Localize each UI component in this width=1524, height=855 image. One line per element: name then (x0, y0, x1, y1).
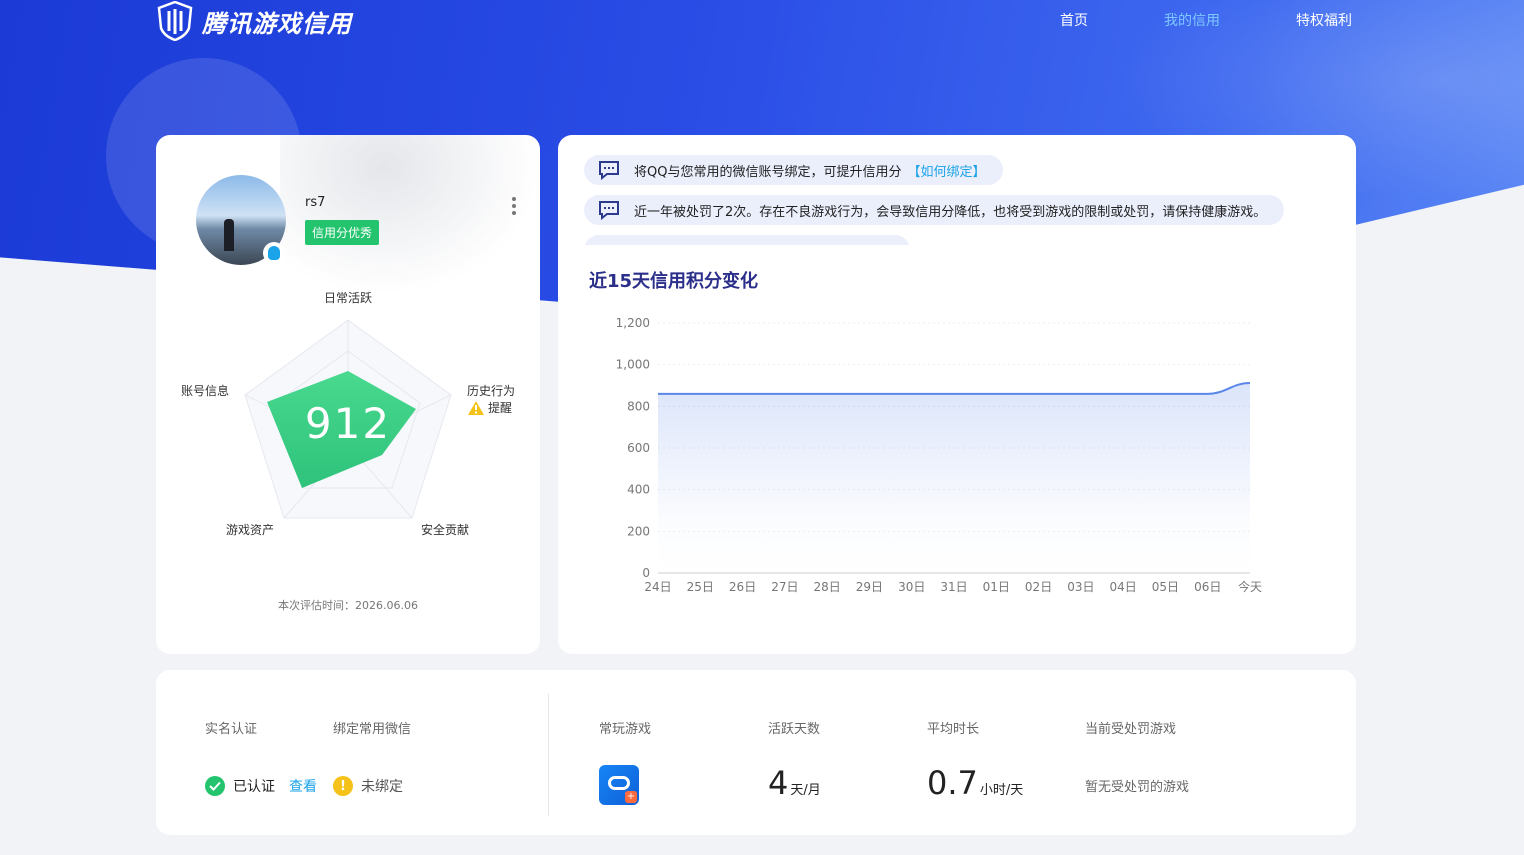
active-days-unit: 天/月 (790, 783, 821, 798)
radar-label-daily: 日常活跃 (324, 291, 373, 305)
radar-label-account: 账号信息 (181, 384, 230, 398)
check-icon (205, 776, 225, 796)
how-to-bind-link[interactable]: 【如何绑定】 (907, 161, 985, 180)
y-tick-label: 1,200 (616, 316, 650, 330)
y-tick-label: 400 (627, 483, 650, 497)
notice-penalty: 近一年被处罚了2次。存在不良游戏行为，会导致信用分降低，也将受到游戏的限制或处罚… (584, 195, 1285, 225)
warning-label: 提醒 (488, 401, 513, 415)
y-tick-label: 0 (642, 566, 650, 580)
active-days-number: 4 (768, 764, 789, 802)
punished-none: 暂无受处罚的游戏 (1085, 780, 1190, 795)
x-tick-label: 06日 (1194, 580, 1221, 594)
nav-home[interactable]: 首页 (1060, 10, 1088, 30)
radar-label-history: 历史行为 (467, 384, 516, 398)
avg-time-number: 0.7 (927, 764, 978, 802)
notice-partial (584, 235, 910, 245)
warning-icon (468, 400, 484, 415)
y-tick-label: 800 (627, 399, 650, 413)
avg-time-unit: 小时/天 (979, 783, 1024, 798)
profile-card: rs7 信用分优秀 912 日常活跃 历史行为 提醒 安全贡献 游戏资产 账号信… (156, 135, 540, 654)
x-tick-label: 29日 (856, 580, 883, 594)
view-link[interactable]: 查看 (289, 776, 317, 796)
x-tick-label: 26日 (729, 580, 756, 594)
x-tick-label: 24日 (644, 580, 671, 594)
unbound-text: 未绑定 (361, 779, 403, 795)
wechat-status[interactable]: ! 未绑定 (333, 776, 403, 796)
history-warning[interactable]: 提醒 (468, 399, 512, 416)
profile-bg-art (280, 135, 540, 295)
label-games: 常玩游戏 (599, 722, 652, 737)
verified-text: 已认证 (233, 779, 275, 795)
game-app-icon[interactable]: + (599, 765, 639, 805)
x-tick-label: 05日 (1152, 580, 1179, 594)
credit-detail-card: 将QQ与您常用的微信账号绑定，可提升信用分 【如何绑定】 近一年被处罚了2次。存… (558, 135, 1356, 654)
radar-label-assets: 游戏资产 (226, 523, 275, 537)
label-realname: 实名认证 (205, 722, 258, 737)
x-tick-label: 25日 (687, 580, 714, 594)
y-tick-label: 1,000 (616, 358, 650, 372)
y-tick-label: 200 (627, 524, 650, 538)
notice-text: 将QQ与您常用的微信账号绑定，可提升信用分 (634, 164, 902, 180)
credit-level-badge: 信用分优秀 (305, 220, 380, 245)
credit-trend-chart: 0 200 400 600 800 1,000 1,200 24日 25日 26日 27日 28日 29… (616, 316, 1262, 594)
notice-bind-wechat: 将QQ与您常用的微信账号绑定，可提升信用分 【如何绑定】 (584, 155, 1004, 185)
active-days-value: 4 天/月 (768, 764, 821, 802)
radar-chart: 912 日常活跃 历史行为 提醒 安全贡献 游戏资产 账号信息 (156, 285, 540, 545)
radar-label-security: 安全贡献 (421, 523, 470, 537)
x-tick-label: 27日 (771, 580, 798, 594)
notice-text: 近一年被处罚了2次。存在不良游戏行为，会导致信用分降低，也将受到游戏的限制或处罚… (634, 204, 1267, 220)
x-tick-label: 30日 (898, 580, 925, 594)
qq-icon (263, 242, 285, 264)
evaluation-time: 本次评估时间：2026.06.06 (278, 599, 418, 612)
credit-score: 912 (304, 399, 392, 448)
series-line (658, 382, 1251, 395)
label-wechat: 绑定常用微信 (333, 722, 412, 737)
label-active-days: 活跃天数 (768, 722, 821, 737)
username: rs7 (305, 195, 326, 210)
message-icon (599, 201, 619, 220)
alert-icon: ! (333, 776, 353, 796)
realname-status: 已认证 查看 (205, 776, 317, 796)
x-tick-label: 02日 (1025, 580, 1052, 594)
x-tick-label: 31日 (940, 580, 967, 594)
x-tick-label: 01日 (983, 580, 1010, 594)
shield-logo-icon (157, 1, 193, 41)
account-status-card: 实名认证 绑定常用微信 已认证 查看 ! 未绑定 常玩游戏 活跃天数 平均时长 … (156, 670, 1356, 835)
top-nav: 首页 我的信用 特权福利 (984, 10, 1352, 30)
brand-name: 腾讯游戏信用 (202, 9, 352, 38)
x-tick-label: 03日 (1067, 580, 1094, 594)
x-tick-label: 今天 (1238, 579, 1262, 594)
label-punished: 当前受处罚游戏 (1085, 722, 1177, 737)
logo[interactable]: 腾讯游戏信用 (156, 0, 352, 42)
nav-my-credit[interactable]: 我的信用 (1164, 10, 1220, 30)
avg-time-value: 0.7 小时/天 (927, 764, 1023, 802)
x-tick-label: 04日 (1110, 580, 1137, 594)
message-icon (599, 161, 619, 180)
y-tick-label: 600 (627, 441, 650, 455)
series-area (658, 383, 1250, 573)
divider (548, 694, 549, 816)
x-tick-label: 28日 (814, 580, 841, 594)
label-avg-time: 平均时长 (927, 722, 980, 737)
chart-title: 近15天信用积分变化 (589, 271, 759, 292)
nav-privileges[interactable]: 特权福利 (1296, 10, 1352, 30)
more-options-icon[interactable] (510, 197, 518, 219)
